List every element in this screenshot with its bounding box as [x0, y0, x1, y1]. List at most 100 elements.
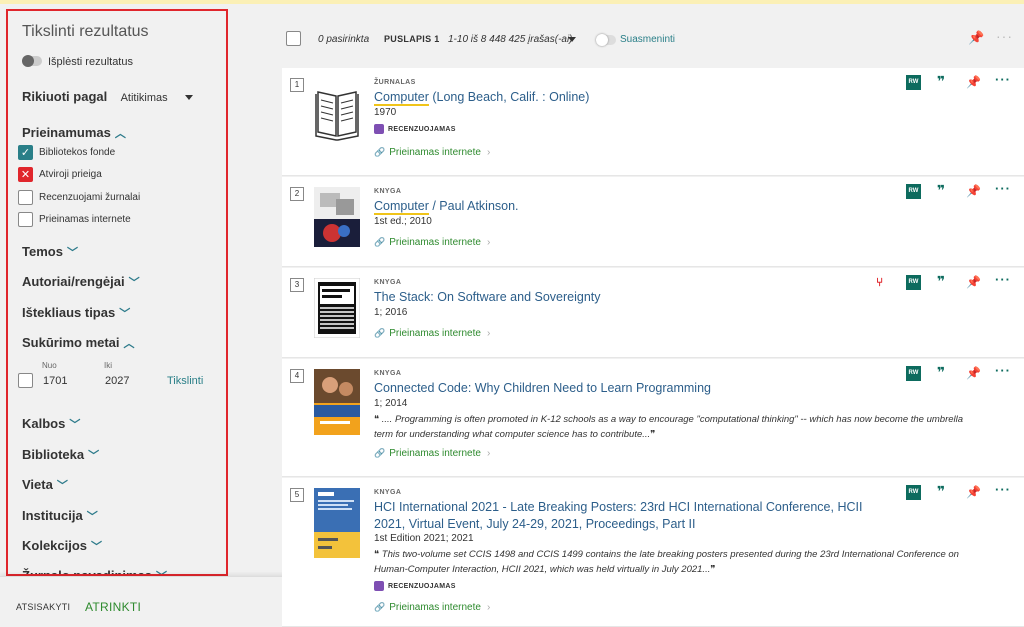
- cite-icon[interactable]: ❞: [937, 73, 945, 90]
- toggle-switch[interactable]: [22, 55, 42, 68]
- result-title[interactable]: The Stack: On Software and Sovereignty: [374, 289, 874, 306]
- title-rest[interactable]: / Paul Atkinson.: [429, 199, 518, 213]
- checkbox-icon[interactable]: [18, 373, 33, 388]
- filter-option-online[interactable]: Prieinamas internete: [18, 212, 131, 227]
- cite-icon[interactable]: ❞: [937, 273, 945, 290]
- online-label[interactable]: Prieinamas internete: [389, 602, 481, 613]
- title-rest[interactable]: HCI International 2021 - Late Breaking P…: [374, 500, 862, 531]
- facet-location[interactable]: Vieta ﹀: [22, 477, 68, 493]
- online-label[interactable]: Prieinamas internete: [389, 147, 481, 158]
- result-item[interactable]: 4 KNYGA Connected Code: Why Children Nee…: [282, 359, 1024, 477]
- more-options-icon[interactable]: ···: [995, 272, 1011, 287]
- link-icon: 🔗: [374, 147, 386, 157]
- result-item[interactable]: 1 ŽURNALAS Computer (Long Beach, Calif. …: [282, 68, 1024, 176]
- online-access-link[interactable]: 🔗 Prieinamas internete ›: [374, 328, 490, 339]
- facet-institution[interactable]: Institucija ﹀: [22, 508, 98, 524]
- facet-journal-title[interactable]: Žurnalo pavadinimas﹀: [22, 568, 167, 576]
- refworks-icon[interactable]: RW: [906, 275, 921, 290]
- refworks-icon[interactable]: RW: [906, 366, 921, 381]
- result-meta: 1st ed.; 2010: [374, 216, 432, 227]
- title-rest[interactable]: Connected Code: Why Children Need to Lea…: [374, 381, 711, 395]
- caret-down-icon[interactable]: [568, 37, 576, 42]
- year-to-input[interactable]: 2027: [105, 375, 167, 387]
- year-from-input[interactable]: 1701: [43, 375, 105, 387]
- result-title[interactable]: HCI International 2021 - Late Breaking P…: [374, 499, 874, 533]
- refworks-icon[interactable]: RW: [906, 75, 921, 90]
- pin-icon[interactable]: 📌: [968, 30, 984, 46]
- cover-stack: [314, 278, 360, 338]
- result-meta: 1; 2016: [374, 307, 408, 318]
- online-access-link[interactable]: 🔗 Prieinamas internete ›: [374, 602, 490, 613]
- refworks-icon[interactable]: RW: [906, 485, 921, 500]
- facet-creation-years[interactable]: Sukūrimo metai ︿: [22, 335, 135, 351]
- facet-availability[interactable]: Prieinamumas ︿: [22, 125, 126, 141]
- pin-icon[interactable]: 📌: [966, 366, 981, 380]
- facet-resource-type[interactable]: Ištekliaus tipas ﹀: [22, 305, 130, 321]
- checkbox-checked-icon[interactable]: ✓: [18, 145, 33, 160]
- cite-icon[interactable]: ❞: [937, 364, 945, 381]
- online-label[interactable]: Prieinamas internete: [389, 448, 481, 459]
- checkbox-icon[interactable]: [18, 190, 33, 205]
- more-options-icon[interactable]: ···: [996, 28, 1013, 44]
- sibling-versions-icon[interactable]: ⑂: [876, 275, 883, 289]
- more-options-icon[interactable]: ···: [995, 482, 1011, 497]
- title-rest[interactable]: The Stack: On Software and Sovereignty: [374, 290, 601, 304]
- result-title[interactable]: Computer / Paul Atkinson.: [374, 198, 874, 215]
- facet-topics[interactable]: Temos ﹀: [22, 244, 78, 260]
- personalize-label[interactable]: Suasmeninti: [620, 34, 675, 45]
- checkbox-icon[interactable]: [18, 212, 33, 227]
- filter-option-library[interactable]: ✓ Bibliotekos fonde: [18, 145, 115, 160]
- refworks-icon[interactable]: RW: [906, 184, 921, 199]
- facet-collections[interactable]: Kolekcijos ﹀: [22, 538, 102, 554]
- pin-icon[interactable]: 📌: [966, 485, 981, 499]
- peer-reviewed-badge: RECENZUOJAMAS: [374, 124, 456, 134]
- peer-reviewed-icon: [374, 124, 384, 134]
- more-options-icon[interactable]: ···: [995, 72, 1011, 87]
- online-label[interactable]: Prieinamas internete: [389, 328, 481, 339]
- filter-option-peer-reviewed[interactable]: Recenzuojami žurnalai: [18, 190, 140, 205]
- chevron-down-icon: ﹀: [156, 568, 167, 574]
- expand-results-toggle[interactable]: Išplėsti rezultatus: [22, 55, 133, 68]
- pin-icon[interactable]: 📌: [966, 75, 981, 89]
- chevron-right-icon: ›: [486, 237, 491, 248]
- online-access-link[interactable]: 🔗 Prieinamas internete ›: [374, 448, 490, 459]
- chevron-down-icon: ﹀: [56, 480, 68, 492]
- badge-label: RECENZUOJAMAS: [388, 582, 456, 590]
- more-options-icon[interactable]: ···: [995, 363, 1011, 378]
- more-options-icon[interactable]: ···: [995, 181, 1011, 196]
- chevron-down-icon: ﹀: [119, 308, 131, 320]
- pin-icon[interactable]: 📌: [966, 184, 981, 198]
- toggle-switch[interactable]: [596, 34, 616, 46]
- online-access-link[interactable]: 🔗 Prieinamas internete ›: [374, 147, 490, 158]
- select-all-checkbox[interactable]: [286, 31, 301, 46]
- online-access-link[interactable]: 🔗 Prieinamas internete ›: [374, 237, 490, 248]
- results-range: 1-10 iš 8 448 425 įrašas(-ai): [448, 34, 573, 45]
- resource-type: KNYGA: [374, 188, 402, 195]
- sort-select[interactable]: Atitikimas: [121, 92, 168, 104]
- year-to-label: Iki: [104, 361, 112, 370]
- title-highlight[interactable]: Computer: [374, 199, 429, 215]
- result-item[interactable]: 2 KNYGA Computer / Paul Atkinson. 1st ed…: [282, 177, 1024, 267]
- cite-icon[interactable]: ❞: [937, 182, 945, 199]
- result-title[interactable]: Computer (Long Beach, Calif. : Online): [374, 89, 874, 106]
- pin-icon[interactable]: 📌: [966, 275, 981, 289]
- facet-label: Žurnalo pavadinimas: [22, 568, 153, 576]
- facet-authors[interactable]: Autoriai/rengėjai ﹀: [22, 274, 140, 290]
- result-title[interactable]: Connected Code: Why Children Need to Lea…: [374, 380, 874, 397]
- checkbox-excluded-icon[interactable]: ✕: [18, 167, 33, 182]
- online-label[interactable]: Prieinamas internete: [389, 237, 481, 248]
- apply-filters-button[interactable]: ATRINKTI: [85, 600, 141, 614]
- result-number: 2: [290, 187, 304, 201]
- result-item[interactable]: 3 KNYGA The Stack: On Software and Sover…: [282, 268, 1024, 358]
- cite-icon[interactable]: ❞: [937, 483, 945, 500]
- filter-option-open-access[interactable]: ✕ Atviroji prieiga: [18, 167, 102, 182]
- cancel-button[interactable]: ATSISAKYTI: [16, 602, 70, 612]
- title-rest[interactable]: (Long Beach, Calif. : Online): [429, 90, 589, 104]
- caret-down-icon[interactable]: [184, 95, 193, 101]
- title-highlight[interactable]: Computer: [374, 90, 429, 106]
- facet-languages[interactable]: Kalbos ﹀: [22, 416, 80, 432]
- description-text: This two-volume set CCIS 1498 and CCIS 1…: [374, 549, 959, 575]
- result-item[interactable]: 5 KNYGA HCI International 2021 - Late Br…: [282, 478, 1024, 627]
- apply-years-link[interactable]: Tikslinti: [167, 375, 203, 387]
- facet-library[interactable]: Biblioteka ﹀: [22, 447, 99, 463]
